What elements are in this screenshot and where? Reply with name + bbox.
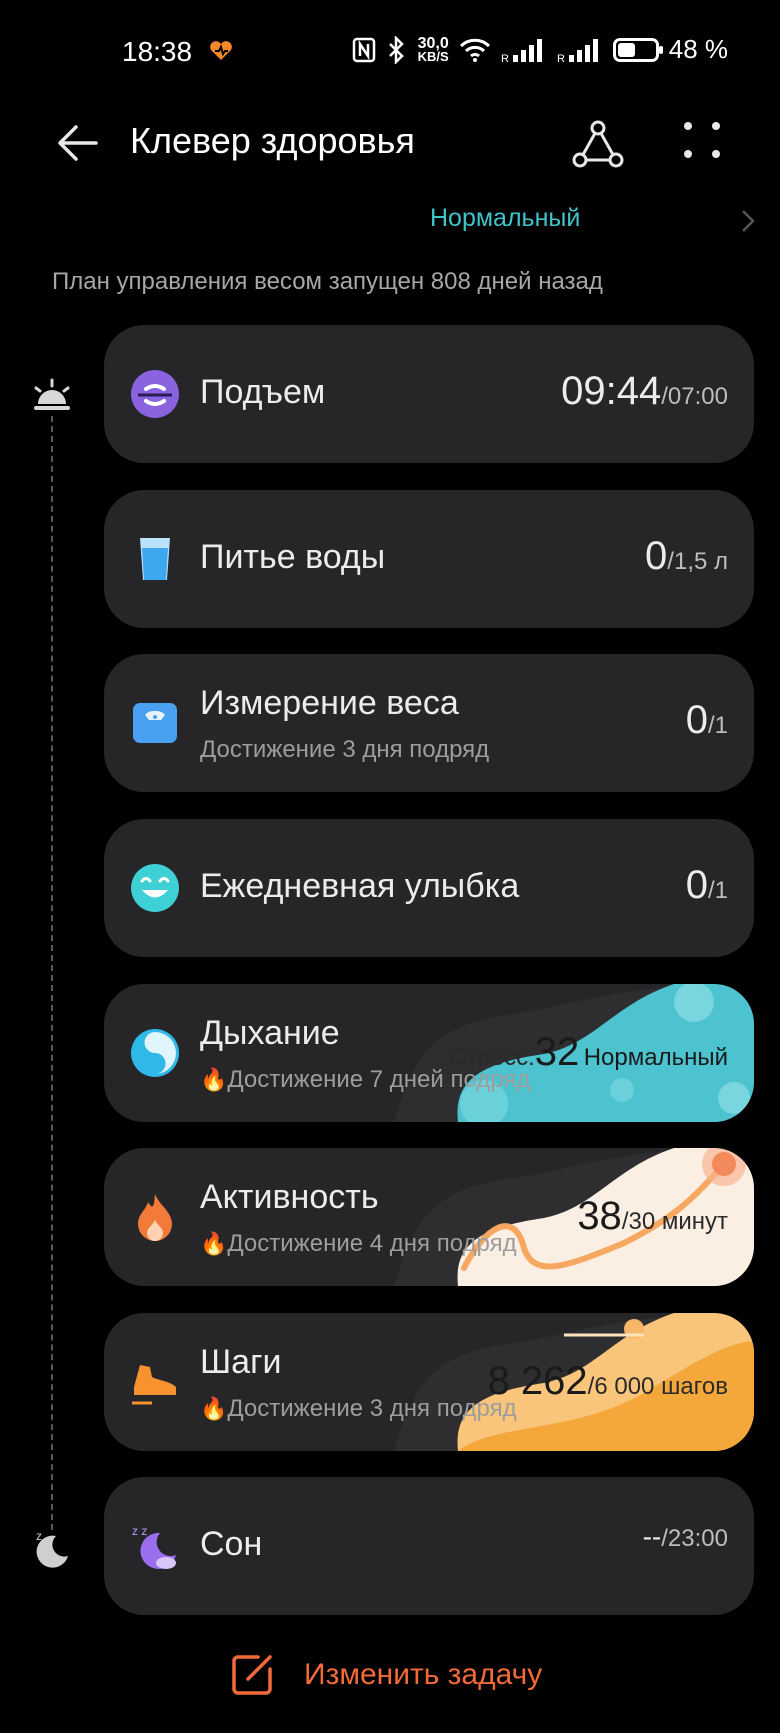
wifi-icon (459, 38, 490, 62)
task-card-breathing[interactable]: Дыхание 🔥Достижение 7 дней подряд Стресс… (104, 984, 754, 1122)
task-title: Питье воды (200, 538, 386, 576)
task-card-weight[interactable]: Измерение веса Достижение 3 дня подряд 0… (104, 654, 754, 792)
edit-task-label: Изменить задачу (304, 1658, 543, 1691)
network-speed: 30,0 KB/S (417, 34, 449, 64)
app-header: Клевер здоровья (0, 104, 780, 204)
smile-icon (131, 864, 179, 912)
task-value: 0/1 (685, 698, 728, 742)
sleep-moon-icon: z z (132, 1524, 176, 1569)
status-icons: 30,0 KB/S R R 48 % (352, 34, 728, 65)
battery-level-fill (617, 42, 635, 57)
sneaker-icon (132, 1365, 176, 1405)
svg-text:z: z (36, 1529, 42, 1543)
task-card-activity[interactable]: Активность 🔥Достижение 4 дня подряд 38/3… (104, 1148, 754, 1286)
chevron-right-icon[interactable] (740, 208, 756, 234)
timeline-line (51, 416, 53, 1530)
scale-icon (133, 703, 177, 743)
task-card-water[interactable]: Питье воды 0/1,5 л (104, 490, 754, 628)
task-card-smile[interactable]: Ежедневная улыбка 0/1 (104, 819, 754, 957)
task-value: 8 262/6 000 шагов (487, 1359, 728, 1403)
edit-task-button[interactable]: Изменить задачу (230, 1650, 542, 1700)
task-value: 0/1,5 л (645, 534, 728, 578)
svg-text:z z: z z (132, 1524, 147, 1538)
task-title: Ежедневная улыбка (200, 867, 520, 905)
task-card-steps[interactable]: Шаги 🔥Достижение 3 дня подряд 8 262/6 00… (104, 1313, 754, 1451)
task-subtitle: 🔥Достижение 4 дня подряд (200, 1230, 517, 1257)
task-card-wakeup[interactable]: Подъем 09:44/07:00 (104, 325, 754, 463)
status-time: 18:38 (122, 36, 193, 67)
flame-icon: 🔥 (200, 1067, 228, 1092)
task-subtitle: Достижение 3 дня подряд (200, 736, 490, 763)
page-title: Клевер здоровья (130, 120, 415, 161)
flame-icon: 🔥 (200, 1396, 228, 1421)
task-title: Подъем (200, 373, 326, 411)
task-title: Сон (200, 1525, 263, 1563)
battery-icon (612, 37, 663, 62)
health-app-heart-icon (210, 41, 232, 60)
moon-icon: z (36, 1529, 68, 1568)
water-glass-icon (140, 538, 170, 580)
task-title: Активность (200, 1178, 379, 1216)
weight-status-text[interactable]: Нормальный (430, 204, 580, 233)
task-card-sleep[interactable]: z z Сон --/23:00 (104, 1477, 754, 1615)
plan-info-text: План управления весом запущен 808 дней н… (52, 268, 603, 295)
svg-text:R: R (501, 53, 509, 63)
arrow-left-icon[interactable] (52, 118, 102, 168)
flame-icon: 🔥 (200, 1231, 228, 1256)
task-value: 09:44/07:00 (561, 369, 728, 413)
nfc-icon (352, 37, 375, 62)
task-value: 0/1 (685, 863, 728, 907)
task-title: Измерение веса (200, 684, 459, 722)
task-value: 38/30 минут (577, 1194, 728, 1238)
signal-icon: R (501, 38, 542, 63)
task-title: Шаги (200, 1343, 282, 1381)
edit-icon (232, 1655, 272, 1695)
bluetooth-icon (388, 35, 404, 64)
share-icon[interactable] (572, 118, 624, 168)
svg-text:R: R (557, 53, 565, 63)
more-dots-icon[interactable] (680, 118, 724, 162)
task-subtitle: 🔥Достижение 3 дня подряд (200, 1395, 517, 1422)
wake-up-icon (131, 370, 179, 418)
activity-flame-icon (138, 1194, 172, 1241)
task-value: --/23:00 (642, 1521, 728, 1552)
status-bar: 18:38 30,0 KB/S R R 48 % (0, 0, 780, 104)
sunrise-icon (34, 378, 70, 410)
signal-icon: R (557, 38, 598, 63)
battery-percent: 48 % (668, 34, 728, 64)
task-value: Стресс:32 Нормальный (449, 1030, 728, 1074)
task-title: Дыхание (200, 1014, 340, 1052)
breathing-icon (131, 1029, 179, 1077)
